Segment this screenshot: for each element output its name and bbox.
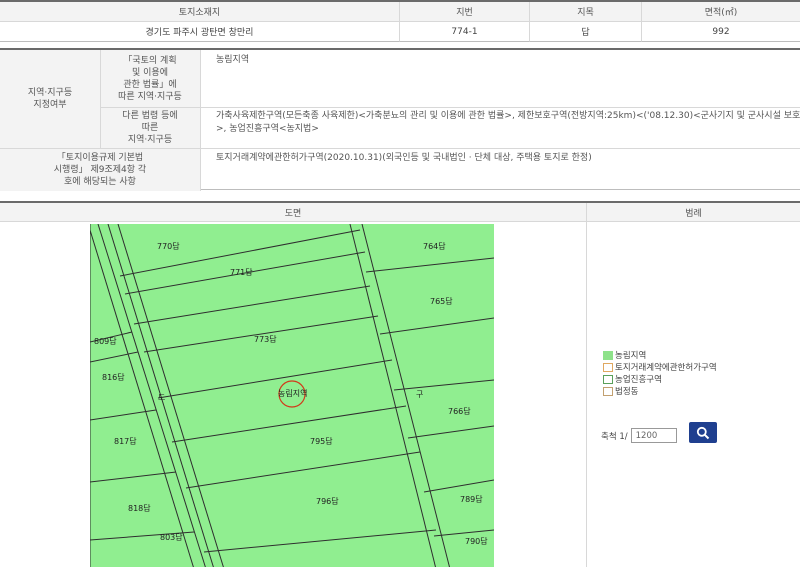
road-label: 도 — [158, 393, 166, 402]
legend-item: 토지거래계약에관한허가구역 — [603, 361, 717, 373]
zoning-main-label-line2: 지정여부 — [33, 100, 67, 110]
scale-control: 축척 1/ — [601, 428, 677, 443]
header-land-category: 지목 — [530, 2, 642, 22]
parcel-label: 803답 — [160, 533, 183, 542]
label-line: 호에 해당되는 사항 — [64, 176, 136, 187]
parcel-label: 764답 — [423, 242, 446, 251]
divider — [100, 107, 800, 108]
legend-swatch — [603, 362, 613, 372]
label-line: 시행령」 제9조제4항 각 — [53, 164, 147, 175]
parcel-label: 770답 — [157, 242, 180, 251]
label-line: 「토지이용규제 기본법 — [56, 152, 144, 163]
label-line: 지역·지구등 — [127, 134, 173, 145]
zoning-main-label: 지역·지구등 지정여부 — [0, 50, 100, 148]
zoning-other-law-value-line2: >, 농업진흥구역<농지법> — [216, 124, 319, 134]
map-legend: 농림지역 토지거래계약에관한허가구역 농업진흥구역 법정동 — [603, 349, 717, 397]
scale-input[interactable] — [630, 428, 677, 443]
label-line: 다른 법령 등에 — [122, 110, 178, 121]
label-line: 관한 법률」에 — [123, 79, 177, 90]
zoning-regulation-label: 「토지이용규제 기본법 시행령」 제9조제4항 각 호에 해당되는 사항 — [0, 148, 200, 191]
location-value: 경기도 파주시 광탄면 창만리 — [0, 22, 400, 42]
parcel-label: 795답 — [310, 437, 333, 446]
parcel-label: 790답 — [465, 537, 488, 546]
zoning-main-label-line1: 지역·지구등 — [27, 88, 73, 98]
zoning-national-law-label: 「국토의 계획 및 이용에 관한 법률」에 따른 지역·지구등 — [100, 50, 200, 107]
header-lot-number: 지번 — [400, 2, 530, 22]
road-label: 구 — [416, 390, 424, 399]
label-line: 따른 — [141, 122, 159, 133]
area-value: 992 — [642, 22, 800, 42]
zoning-other-law-value-line1: 가축사육제한구역(모든축종 사육제한)<가축분뇨의 관리 및 이용에 관한 법률… — [216, 111, 800, 121]
parcel-label: 789답 — [460, 495, 483, 504]
zoning-other-law-label: 다른 법령 등에 따른 지역·지구등 — [100, 107, 200, 148]
parcel-label-selected: 농림지역 — [278, 389, 308, 398]
parcel-label: 773답 — [254, 335, 277, 344]
land-category-value: 답 — [530, 22, 642, 42]
header-area: 면적(㎡) — [642, 2, 800, 22]
zoning-table: 지역·지구등 지정여부 「국토의 계획 및 이용에 관한 법률」에 따른 지역·… — [0, 48, 800, 191]
legend-label: 법정동 — [615, 387, 639, 397]
label-line: 및 이용에 — [132, 67, 168, 78]
legend-label: 토지거래계약에관한허가구역 — [615, 363, 717, 373]
parcel-label: 818답 — [128, 504, 151, 513]
legend-header: 범례 — [587, 203, 800, 222]
land-info-table: 토지소재지 지번 지목 면적(㎡) 경기도 파주시 광탄면 창만리 774-1 … — [0, 0, 800, 42]
legend-swatch — [603, 386, 613, 396]
scale-search-button[interactable] — [689, 422, 717, 443]
legend-label: 농업진흥구역 — [615, 375, 662, 385]
legend-item: 농림지역 — [603, 349, 717, 361]
parcel-label: 771답 — [230, 268, 253, 277]
parcel-label: 817답 — [114, 437, 137, 446]
map-section: 도면 범례 770답 771답 764답 765답 773답 농림지역 809답… — [0, 201, 800, 567]
legend-swatch — [603, 374, 613, 384]
zoning-regulation-value: 토지거래계약에관한허가구역(2020.10.31)(외국인등 및 국내법인 · … — [216, 153, 592, 163]
legend-item: 농업진흥구역 — [603, 373, 717, 385]
divider — [100, 50, 101, 148]
zoning-national-law-value: 농림지역 — [216, 55, 250, 65]
header-location: 토지소재지 — [0, 2, 400, 22]
parcel-label: 766답 — [448, 407, 471, 416]
label-line: 따른 지역·지구등 — [118, 91, 182, 102]
parcel-label: 809답 — [94, 337, 117, 346]
lot-number-value: 774-1 — [400, 22, 530, 42]
parcel-label: 796답 — [316, 497, 339, 506]
cadastral-map[interactable]: 770답 771답 764답 765답 773답 농림지역 809답 816답 … — [90, 224, 494, 567]
parcel-label: 765답 — [430, 297, 453, 306]
divider — [586, 203, 587, 567]
scale-label: 축척 1/ — [601, 431, 628, 442]
search-icon — [696, 426, 710, 439]
legend-swatch — [603, 350, 613, 360]
legend-label: 농림지역 — [615, 351, 647, 361]
label-line: 「국토의 계획 — [123, 55, 177, 66]
drawing-header: 도면 — [0, 203, 586, 222]
legend-item: 법정동 — [603, 385, 717, 397]
divider — [200, 50, 201, 191]
divider — [0, 148, 800, 149]
parcel-label: 816답 — [102, 373, 125, 382]
